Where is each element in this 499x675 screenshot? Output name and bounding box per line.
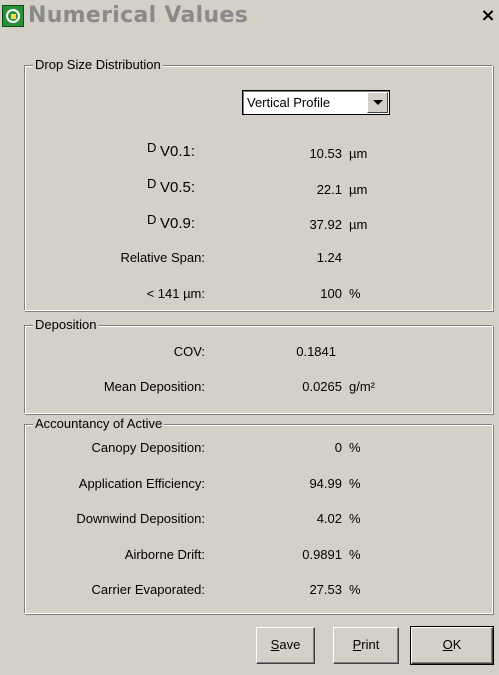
- dv01-unit: µm: [349, 146, 368, 161]
- canopy-unit: %: [349, 440, 361, 455]
- save-button[interactable]: Save: [256, 627, 315, 664]
- canopy-value: 0: [334, 440, 342, 455]
- mean-deposition-label: Mean Deposition:: [103, 379, 205, 394]
- dv09-value: 37.92: [309, 217, 342, 232]
- downwind-value: 4.02: [316, 511, 342, 526]
- airborne-value: 0.9891: [302, 547, 342, 562]
- dv09-unit: µm: [349, 217, 368, 232]
- relative-span-value: 1.24: [316, 250, 342, 265]
- chevron-down-icon[interactable]: [367, 92, 388, 113]
- efficiency-label: Application Efficiency:: [78, 476, 205, 491]
- lt141-unit: %: [349, 286, 361, 301]
- close-icon[interactable]: ×: [478, 6, 498, 26]
- relative-span-label: Relative Span:: [120, 250, 205, 265]
- dv05-unit: µm: [349, 182, 368, 197]
- numerical-values-window: Numerical Values × Drop Size Distributio…: [0, 0, 499, 675]
- app-logo-icon: [2, 5, 24, 27]
- lt141-label: < 141 µm:: [146, 286, 205, 301]
- airborne-label: Airborne Drift:: [124, 547, 205, 562]
- dv09-label: D V0.9:: [147, 212, 196, 232]
- profile-select[interactable]: Vertical Profile: [242, 90, 390, 115]
- cov-value: 0.1841: [296, 344, 336, 359]
- efficiency-value: 94.99: [309, 476, 342, 491]
- cov-label: COV:: [173, 344, 205, 359]
- lt141-value: 100: [320, 286, 342, 301]
- profile-select-value: Vertical Profile: [247, 95, 331, 110]
- dv01-value: 10.53: [309, 146, 342, 161]
- deposition-group: Deposition: [24, 317, 493, 414]
- carrier-label: Carrier Evaporated:: [91, 582, 205, 597]
- airborne-unit: %: [349, 547, 361, 562]
- downwind-unit: %: [349, 511, 361, 526]
- dv01-label: D V0.1:: [147, 140, 196, 160]
- drop-size-legend: Drop Size Distribution: [33, 57, 163, 73]
- accountancy-legend: Accountancy of Active: [33, 416, 165, 432]
- title-bar[interactable]: Numerical Values ×: [0, 0, 499, 33]
- carrier-unit: %: [349, 582, 361, 597]
- ok-button[interactable]: OK: [410, 626, 494, 665]
- canopy-label: Canopy Deposition:: [91, 440, 205, 455]
- carrier-value: 27.53: [309, 582, 342, 597]
- window-title: Numerical Values: [28, 3, 249, 28]
- deposition-legend: Deposition: [33, 317, 99, 333]
- efficiency-unit: %: [349, 476, 361, 491]
- dv05-value: 22.1: [316, 182, 342, 197]
- mean-deposition-value: 0.0265: [302, 379, 342, 394]
- dv05-label: D V0.5:: [147, 176, 196, 196]
- downwind-label: Downwind Deposition:: [76, 511, 205, 526]
- print-button[interactable]: Print: [333, 627, 399, 664]
- mean-deposition-unit: g/m²: [349, 379, 375, 394]
